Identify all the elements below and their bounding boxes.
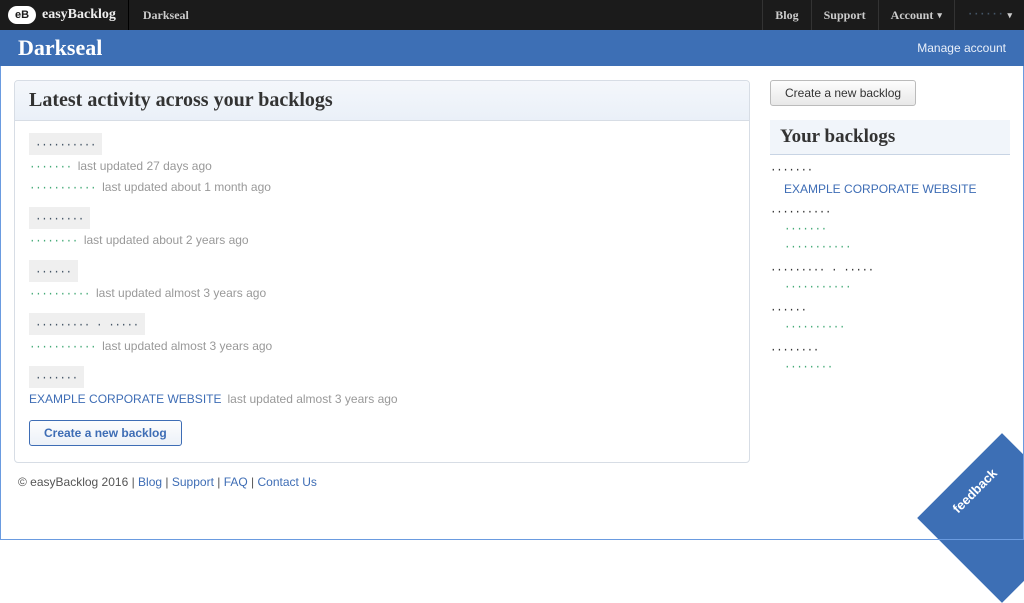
- sidebar-group-head: ········: [770, 345, 1010, 357]
- account-title: Darkseal: [18, 35, 102, 61]
- activity-timestamp: last updated about 1 month ago: [102, 180, 271, 194]
- footer-contact-link[interactable]: Contact Us: [258, 475, 317, 489]
- footer-blog-link[interactable]: Blog: [138, 475, 162, 489]
- activity-timestamp: last updated almost 3 years ago: [102, 339, 272, 353]
- activity-group-head: ··········: [29, 133, 102, 155]
- footer: © easyBacklog 2016 | Blog | Support | FA…: [0, 463, 1024, 501]
- brand[interactable]: eB easyBacklog: [0, 0, 129, 30]
- footer-faq-link[interactable]: FAQ: [224, 475, 248, 489]
- nav-blog[interactable]: Blog: [762, 0, 810, 30]
- activity-backlog-link[interactable]: ········: [29, 236, 78, 248]
- sidebar: Create a new backlog Your backlogs ·····…: [770, 80, 1010, 463]
- activity-backlog-line: ······· last updated 27 days ago: [29, 155, 735, 176]
- activity-group-head: ·······: [29, 366, 84, 388]
- activity-timestamp: last updated almost 3 years ago: [96, 286, 266, 300]
- activity-timestamp: last updated about 2 years ago: [84, 233, 249, 247]
- activity-backlog-link[interactable]: ···········: [29, 183, 96, 195]
- activity-heading: Latest activity across your backlogs: [29, 89, 735, 112]
- activity-backlog-link[interactable]: ·······: [29, 162, 72, 174]
- activity-group-head: ······: [29, 260, 78, 282]
- nav-support[interactable]: Support: [811, 0, 878, 30]
- activity-backlog-line: ········ last updated about 2 years ago: [29, 229, 735, 250]
- sidebar-backlog-link[interactable]: ···········: [770, 279, 1010, 297]
- activity-backlog-line: EXAMPLE CORPORATE WEBSITE last updated al…: [29, 388, 735, 408]
- activity-timestamp: last updated 27 days ago: [78, 159, 212, 173]
- activity-group-head-label: ·······: [35, 373, 78, 385]
- sidebar-backlog-link[interactable]: ········: [770, 359, 1010, 377]
- activity-panel: Latest activity across your backlogs ···…: [14, 80, 750, 463]
- activity-backlog-line: ·········· last updated almost 3 years ag…: [29, 282, 735, 303]
- sidebar-groups: ·······EXAMPLE CORPORATE WEBSITE········…: [770, 165, 1010, 377]
- sidebar-group-head: ······: [770, 305, 1010, 317]
- main-content: Latest activity across your backlogs ···…: [0, 66, 1024, 463]
- activity-group-head-label: ······: [35, 267, 72, 279]
- your-backlogs-heading: Your backlogs: [770, 120, 1010, 155]
- nav-blog-label: Blog: [775, 8, 798, 23]
- nav-support-label: Support: [824, 8, 866, 23]
- activity-group-head-label: ········· · ·····: [35, 320, 139, 332]
- context-breadcrumb-label: Darkseal: [143, 8, 189, 23]
- activity-timestamp: last updated almost 3 years ago: [227, 392, 397, 406]
- top-nav-right: Blog Support Account ▾ ······ ▾: [762, 0, 1024, 30]
- activity-group-head: ········· · ·····: [29, 313, 145, 335]
- context-breadcrumb[interactable]: Darkseal: [129, 8, 203, 23]
- activity-body: ·················last updated 27 days ag…: [15, 121, 749, 462]
- activity-group-head-label: ··········: [35, 140, 96, 152]
- activity-backlog-link[interactable]: EXAMPLE CORPORATE WEBSITE: [29, 392, 221, 406]
- top-nav-left: eB easyBacklog Darkseal: [0, 0, 203, 30]
- nav-account-dropdown[interactable]: Account ▾: [878, 0, 954, 30]
- activity-backlog-link[interactable]: ···········: [29, 342, 96, 354]
- activity-group-head: ········: [29, 207, 90, 229]
- sidebar-backlog-link[interactable]: ···········: [770, 239, 1010, 257]
- create-backlog-button[interactable]: Create a new backlog: [770, 80, 916, 106]
- nav-account-label: Account: [891, 8, 934, 23]
- top-nav: eB easyBacklog Darkseal Blog Support Acc…: [0, 0, 1024, 30]
- nav-user-dropdown[interactable]: ······ ▾: [954, 0, 1024, 30]
- footer-copyright: © easyBacklog 2016: [18, 475, 128, 489]
- activity-backlog-link[interactable]: ··········: [29, 289, 90, 301]
- activity-backlog-line: ··········· last updated almost 3 years a…: [29, 335, 735, 356]
- manage-account-link[interactable]: Manage account: [917, 41, 1006, 55]
- account-header: Darkseal Manage account: [0, 30, 1024, 66]
- sidebar-backlog-link[interactable]: EXAMPLE CORPORATE WEBSITE: [770, 179, 1010, 199]
- activity-group-head-label: ········: [35, 214, 84, 226]
- activity-backlog-line: ··········· last updated about 1 month ag…: [29, 176, 735, 197]
- sidebar-group-head: ··········: [770, 207, 1010, 219]
- sidebar-backlog-link[interactable]: ·······: [770, 221, 1010, 239]
- footer-support-link[interactable]: Support: [172, 475, 214, 489]
- brand-logo-icon: eB: [8, 6, 36, 24]
- brand-text: easyBacklog: [42, 7, 116, 23]
- sidebar-group-head: ·······: [770, 165, 1010, 177]
- activity-panel-header: Latest activity across your backlogs: [15, 81, 749, 121]
- caret-down-icon: ▾: [937, 10, 942, 21]
- nav-user-label: ······: [967, 9, 1004, 21]
- caret-down-icon: ▾: [1007, 10, 1012, 21]
- sidebar-backlog-link[interactable]: ··········: [770, 319, 1010, 337]
- create-backlog-button[interactable]: Create a new backlog: [29, 420, 182, 446]
- sidebar-group-head: ········· · ·····: [770, 265, 1010, 277]
